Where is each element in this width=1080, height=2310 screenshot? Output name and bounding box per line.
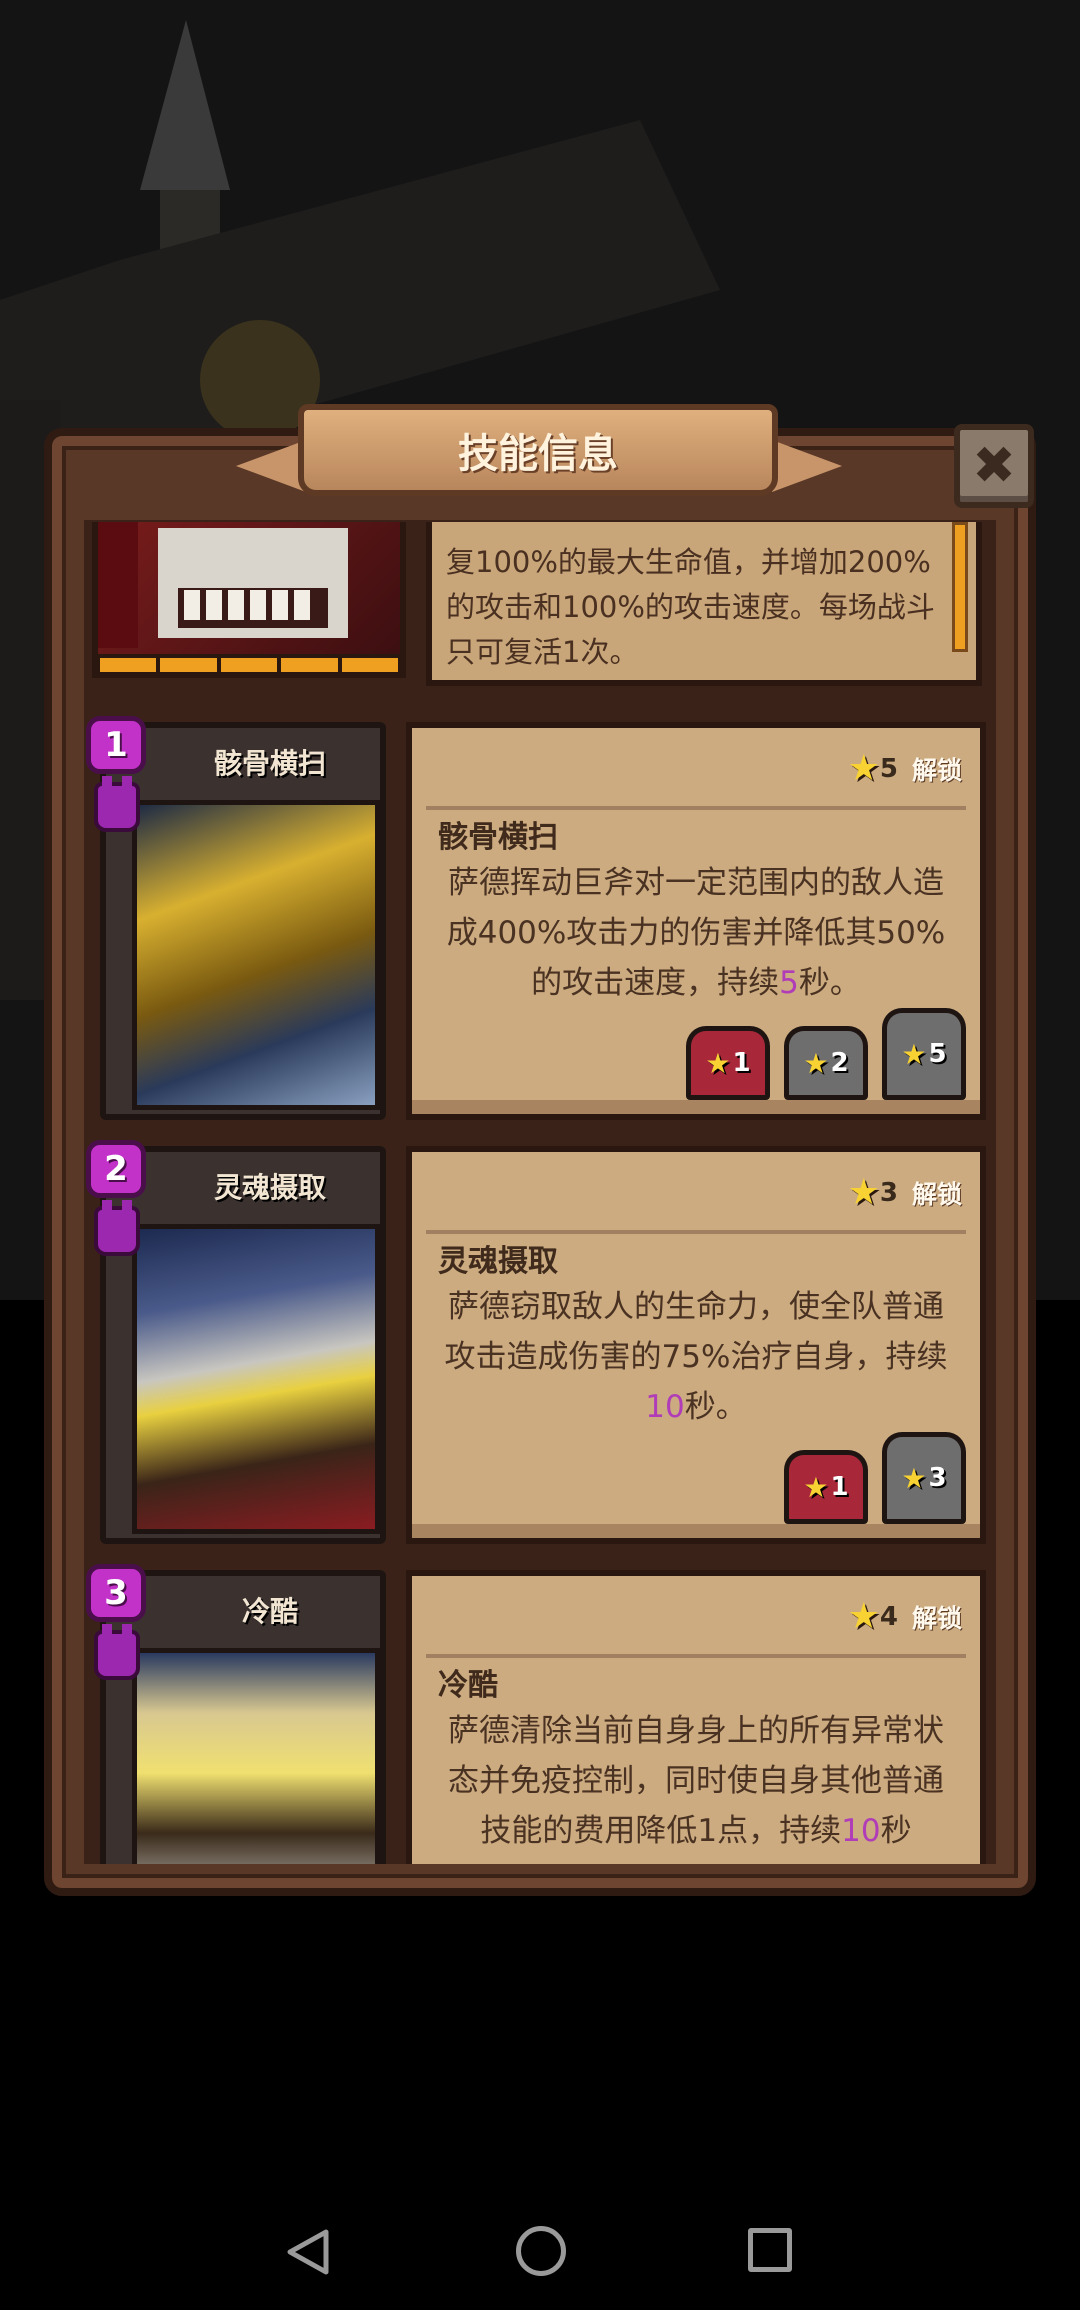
- skill-card-name: 灵魂摄取: [213, 1171, 326, 1204]
- unlock-label: 解锁: [911, 755, 962, 785]
- skill-description: 萨德清除当前自身身上的所有异常状态并免疫控制，同时使自身其他普通技能的费用降低1…: [442, 1706, 950, 1856]
- energy-segment: [281, 658, 338, 672]
- demon-icon: [94, 1200, 140, 1256]
- skill-card[interactable]: 骸骨横扫: [100, 722, 386, 1120]
- divider: [426, 1230, 966, 1234]
- unlock-requirement: ★ 3 解锁: [848, 1172, 962, 1213]
- description-highlight: 5: [779, 965, 799, 1001]
- dialog-title-banner: 技能信息: [298, 404, 778, 496]
- skill-art: [132, 1648, 380, 1864]
- level-value: 1: [830, 1472, 849, 1502]
- skill-number-badge: 3: [86, 1564, 146, 1622]
- close-button[interactable]: ✖: [954, 424, 1034, 508]
- divider: [426, 806, 966, 810]
- skill-title: 骸骨横扫: [438, 820, 558, 855]
- level-marker: ★ 1: [784, 1450, 868, 1524]
- skill-description-box: ★ 3 解锁 灵魂摄取 萨德窃取敌人的生命力，使全队普通攻击造成伤害的75%治疗…: [406, 1146, 986, 1544]
- skill-card[interactable]: 灵魂摄取: [100, 1146, 386, 1544]
- description-text: 萨德窃取敌人的生命力，使全队普通攻击造成伤害的75%治疗自身，持续: [444, 1289, 948, 1375]
- skill-number-badge: 2: [86, 1140, 146, 1198]
- scrollbar-thumb[interactable]: [952, 522, 968, 652]
- skill-list[interactable]: 复100%的最大生命值，并增加200%的攻击和100%的攻击速度。每场战斗只可复…: [86, 522, 994, 1864]
- skill-title: 冷酷: [438, 1668, 498, 1703]
- star-cost: ★ 5: [848, 748, 898, 789]
- level-value: 5: [928, 1039, 947, 1069]
- star-icon: ★: [901, 1037, 927, 1071]
- skill-description-box: ★ 4 解锁 冷酷 萨德清除当前自身身上的所有异常状态并免疫控制，同时使自身其他…: [406, 1570, 986, 1864]
- nav-home-icon[interactable]: [516, 2226, 566, 2276]
- description-text-end: 秒。: [798, 965, 861, 1001]
- dialog-title: 技能信息: [458, 431, 618, 477]
- skull-art: [98, 522, 348, 648]
- level-value: 1: [732, 1048, 751, 1078]
- energy-segment: [100, 658, 157, 672]
- description-text: 萨德挥动巨斧对一定范围内的敌人造成400%攻击力的伤害并降低其50%的攻击速度，…: [446, 865, 946, 1001]
- skill-description-box: ★ 5 解锁 骸骨横扫 萨德挥动巨斧对一定范围内的敌人造成400%攻击力的伤害并…: [406, 722, 986, 1120]
- previous-skill-text: 复100%的最大生命值，并增加200%的攻击和100%的攻击速度。每场战斗只可复…: [446, 545, 935, 669]
- previous-skill-description: 复100%的最大生命值，并增加200%的攻击和100%的攻击速度。每场战斗只可复…: [426, 522, 982, 686]
- skill-card-name: 骸骨横扫: [213, 747, 326, 780]
- star-cost: ★ 3: [848, 1172, 898, 1213]
- skill-art: [132, 800, 380, 1110]
- level-marker: ★ 2: [784, 1026, 868, 1100]
- star-cost: ★ 4: [848, 1596, 898, 1637]
- energy-segment: [341, 658, 399, 672]
- skill-number-badge: 1: [86, 716, 146, 774]
- star-cost-value: 3: [879, 1177, 898, 1208]
- unlock-label: 解锁: [911, 1603, 962, 1633]
- level-marker: ★ 3: [882, 1432, 966, 1524]
- level-marker: ★ 1: [686, 1026, 770, 1100]
- unlock-requirement: ★ 4 解锁: [848, 1596, 962, 1637]
- energy-segment: [160, 658, 217, 672]
- star-icon: ★: [803, 1470, 829, 1504]
- demon-icon: [94, 776, 140, 832]
- level-value: 3: [928, 1463, 947, 1493]
- star-icon: ★: [901, 1461, 927, 1495]
- energy-segment: [220, 658, 278, 672]
- description-text-end: 秒。: [684, 1389, 747, 1425]
- level-marker: ★ 5: [882, 1008, 966, 1100]
- close-icon: ✖: [972, 436, 1016, 496]
- level-value: 2: [830, 1048, 849, 1078]
- unlock-requirement: ★ 5 解锁: [848, 748, 962, 789]
- star-icon: ★: [847, 1596, 880, 1637]
- nav-recent-icon[interactable]: [748, 2228, 792, 2272]
- nav-back-icon[interactable]: [286, 2228, 330, 2276]
- skill-level-markers: ★ 1 ★ 3: [784, 1432, 966, 1524]
- skill-art: [132, 1224, 380, 1534]
- star-icon: ★: [803, 1046, 829, 1080]
- description-highlight: 10: [645, 1389, 685, 1425]
- skill-row-1[interactable]: 骸骨横扫 1 ★ 5 解锁 骸骨横扫 萨德挥动巨斧对一定范围内的敌人造成400%…: [86, 716, 994, 1132]
- star-icon: ★: [847, 748, 880, 789]
- skill-row-3[interactable]: 冷酷 3 ★ 4 解锁 冷酷 萨德清除当前自身身上的所有异常状态并免疫控制，同时…: [86, 1564, 994, 1864]
- skill-row-2[interactable]: 灵魂摄取 2 ★ 3 解锁 灵魂摄取 萨德窃取敌人的生命力，使全队普通攻击造成伤…: [86, 1140, 994, 1556]
- skill-description: 萨德挥动巨斧对一定范围内的敌人造成400%攻击力的伤害并降低其50%的攻击速度，…: [442, 858, 950, 1008]
- skill-description: 萨德窃取敌人的生命力，使全队普通攻击造成伤害的75%治疗自身，持续 10秒。: [442, 1282, 950, 1432]
- unlock-label: 解锁: [911, 1179, 962, 1209]
- skill-card-name: 冷酷: [241, 1595, 298, 1628]
- description-text-end: 秒: [880, 1813, 912, 1849]
- skill-level-markers: ★ 1 ★ 2 ★ 5: [686, 1008, 966, 1100]
- star-cost-value: 5: [879, 753, 898, 784]
- energy-bar: [96, 654, 402, 676]
- star-icon: ★: [847, 1172, 880, 1213]
- description-highlight: 10: [841, 1813, 881, 1849]
- star-icon: ★: [705, 1046, 731, 1080]
- demon-icon: [94, 1624, 140, 1680]
- skill-title: 灵魂摄取: [438, 1244, 558, 1279]
- star-cost-value: 4: [879, 1601, 898, 1632]
- divider: [426, 1654, 966, 1658]
